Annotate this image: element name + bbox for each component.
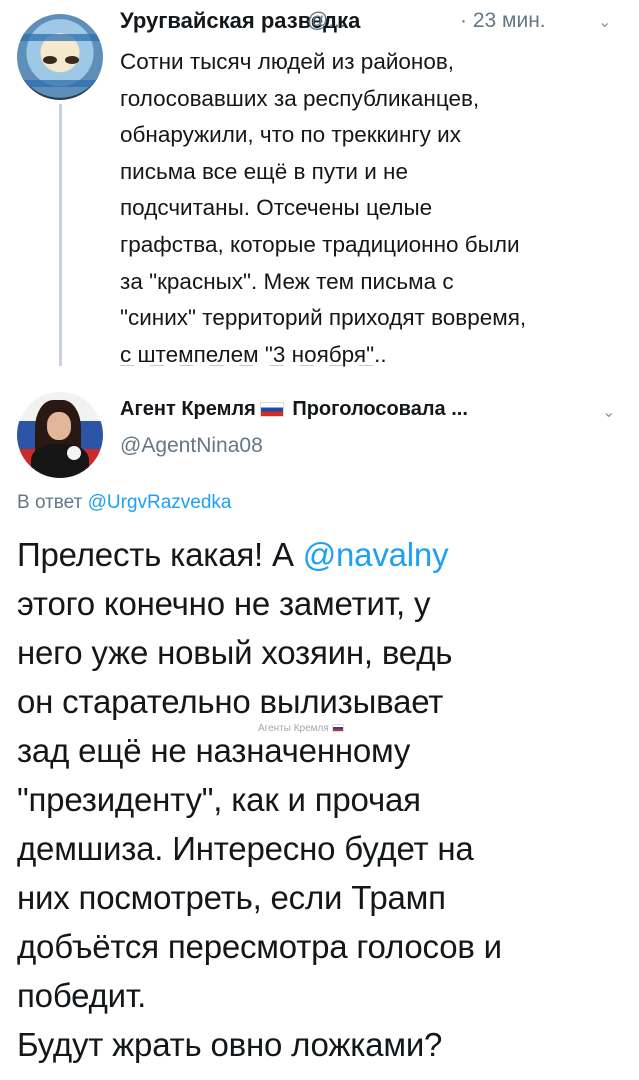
text-line: них посмотреть, если Трамп [17, 879, 446, 916]
text-line: победит. [17, 977, 147, 1014]
watermark: Агенты Кремля [258, 723, 344, 734]
text-line: он старательно вылизывает [17, 683, 444, 720]
text-line: "президенту", как и прочая [17, 781, 421, 818]
russia-flag-icon [259, 402, 284, 418]
watermark-text: Агенты Кремля [258, 723, 329, 734]
truncated-line: — — — — — — — — — [120, 356, 380, 372]
thread-connector [59, 104, 62, 366]
reply-prefix: В ответ [17, 492, 83, 513]
mention-link[interactable]: @navalny [303, 536, 449, 573]
avatar-flower [67, 446, 81, 460]
author-name: Агент Кремля [120, 398, 256, 420]
text-segment: Прелесть какая! А [17, 536, 303, 573]
tweet-text: Прелесть какая! А @navalny этого конечно… [17, 530, 637, 1069]
text-line: этого конечно не заметит, у [17, 585, 431, 622]
avatar-eye [65, 56, 79, 64]
chevron-down-icon[interactable]: ⌄ [602, 402, 615, 422]
timestamp-value: 23 мин. [472, 9, 546, 32]
text-line: письма все ещё в пути и не [120, 158, 408, 184]
text-line: обнаружили, что по треккингу их [120, 122, 461, 148]
reply-context: В ответ @UrgvRazvedka [17, 492, 232, 514]
text-line: за "красных". Меж тем письма с [120, 268, 454, 294]
author-handle[interactable]: @AgentNina08 [120, 434, 263, 458]
author-name-row[interactable]: Агент Кремля Проголосовала ... [120, 398, 468, 421]
text-line: Будут жрать овно ложками? [17, 1026, 443, 1063]
text-line: Прелесть какая! А @navalny [17, 530, 637, 579]
avatar-face [47, 412, 71, 440]
text-line: подсчитаны. Отсечены целые [120, 195, 433, 221]
author-avatar[interactable] [17, 14, 103, 100]
text-line: "синих" территорий приходят вовремя, [120, 305, 527, 331]
tweet-text: Сотни тысяч людей из районов, голосовавш… [120, 44, 625, 373]
text-line: графства, которые традиционно были [120, 231, 520, 257]
russia-flag-icon [331, 724, 344, 733]
text-line: голосовавших за республиканцев, [120, 85, 480, 111]
text-line: него уже новый хозяин, ведь [17, 634, 453, 671]
text-line: Сотни тысяч людей из районов, [120, 49, 455, 74]
author-avatar[interactable] [17, 392, 103, 478]
chevron-down-icon[interactable]: ⌄ [598, 12, 611, 32]
author-handle[interactable]: @... [307, 9, 346, 33]
timestamp[interactable]: · 23 мин. [460, 9, 546, 33]
avatar-stripe [17, 34, 103, 41]
reply-mention-link[interactable]: @UrgvRazvedka [88, 492, 232, 513]
text-line: демшиза. Интересно будет на [17, 830, 474, 867]
avatar-eye [43, 56, 57, 64]
avatar-stripe [17, 80, 103, 87]
author-status: Проголосовала ... [292, 398, 468, 420]
timestamp-separator: · [460, 9, 467, 32]
text-line: добъётся пересмотра голосов и [17, 928, 502, 965]
